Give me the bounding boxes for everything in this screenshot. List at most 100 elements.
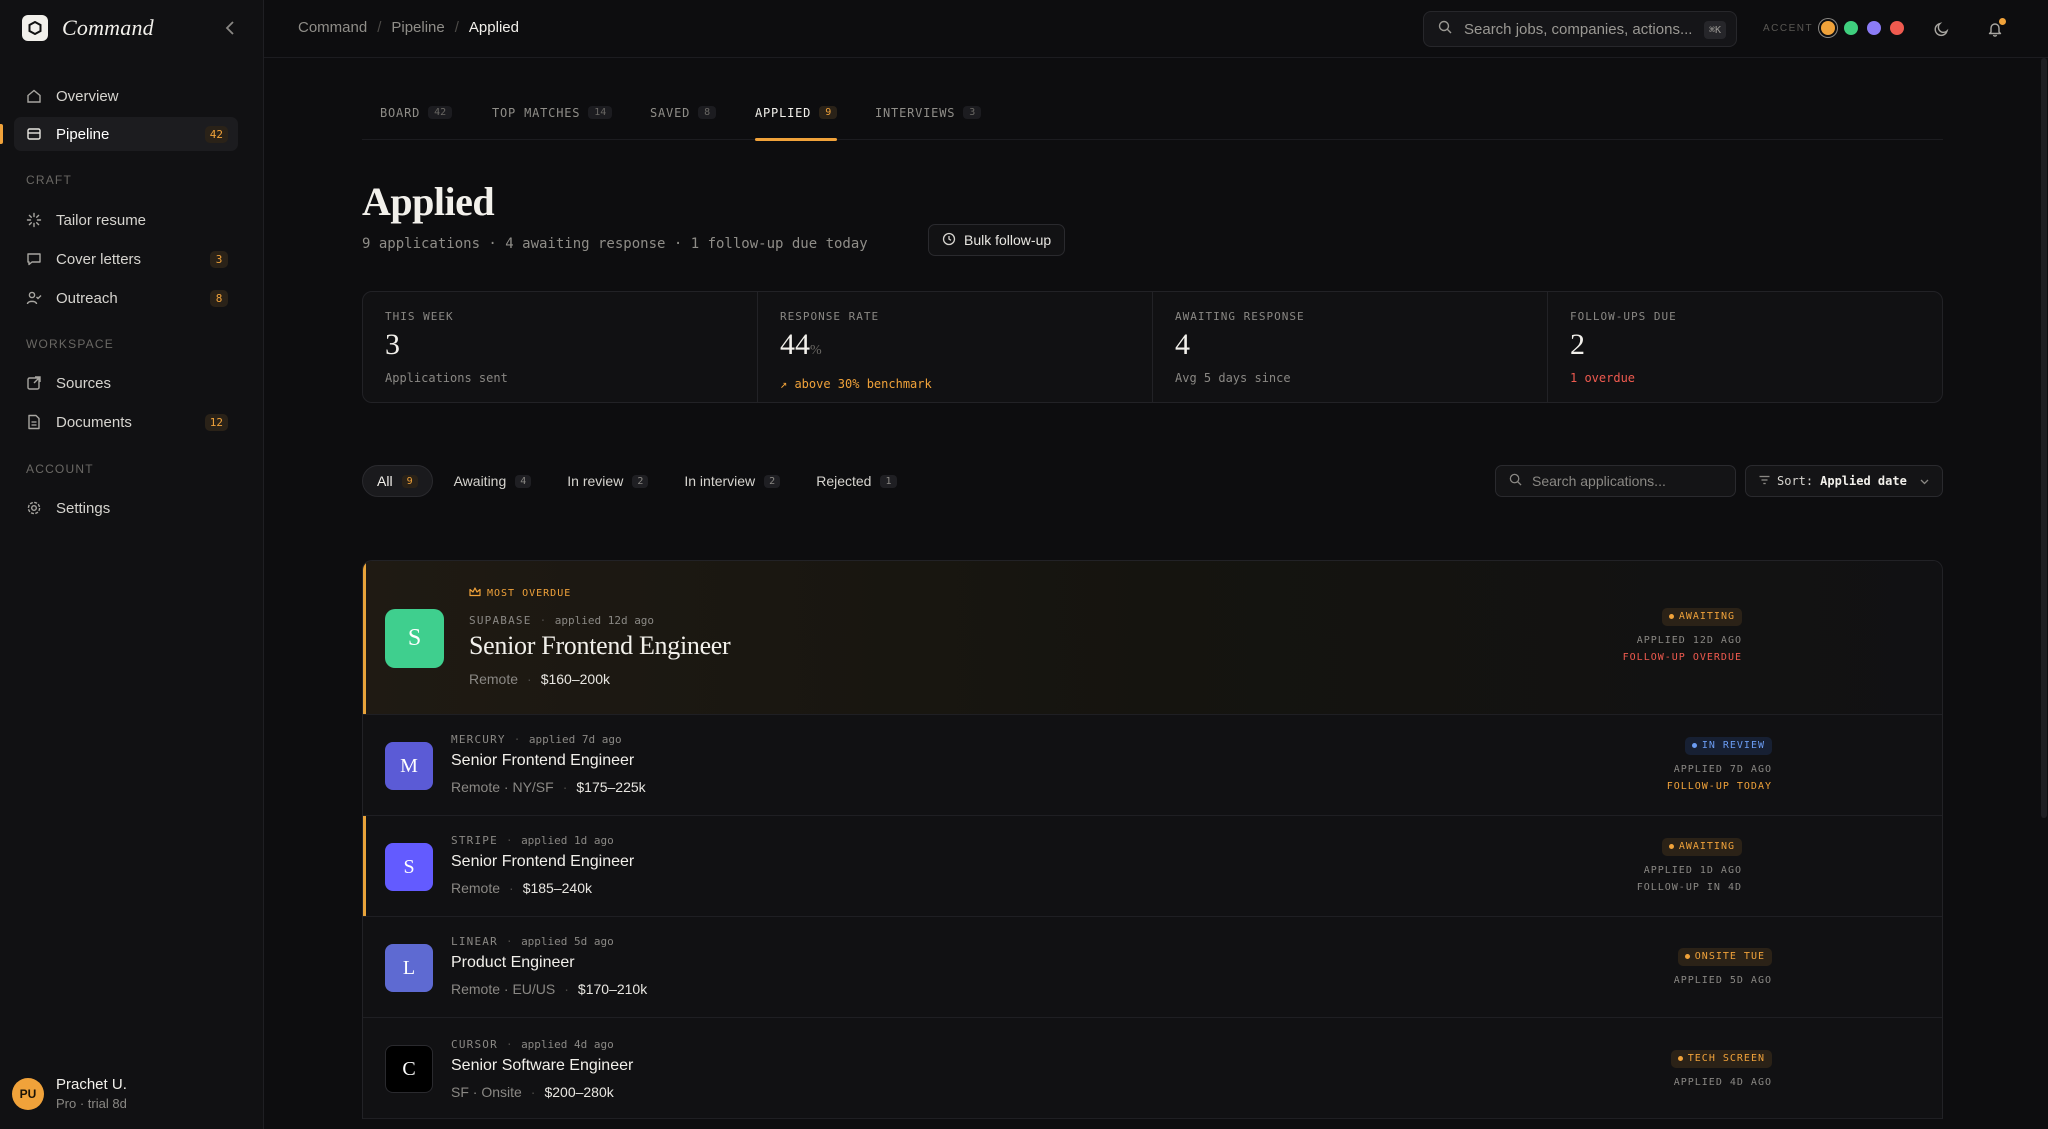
collapse-sidebar-chevron-left-icon[interactable]: [220, 17, 240, 39]
accent-swatch-amber[interactable]: [1821, 21, 1835, 35]
applied-date-label: APPLIED 7D AGO: [1673, 763, 1772, 775]
company-logo: S: [385, 609, 444, 668]
breadcrumb: Command / Pipeline / Applied: [298, 19, 519, 36]
status-label: ONSITE TUE: [1694, 951, 1765, 962]
status-column: AWAITING APPLIED 12D AGO FOLLOW-UP OVERD…: [1623, 606, 1742, 663]
sidebar-item-documents[interactable]: Documents 12: [14, 405, 238, 439]
applied-ago: applied 1d ago: [521, 834, 614, 847]
global-search-input[interactable]: [1464, 20, 1694, 38]
tab-label: TOP MATCHES: [492, 106, 581, 120]
accent-swatch-violet[interactable]: [1867, 21, 1881, 35]
filter-all[interactable]: All 9: [362, 465, 433, 497]
role-details: SF · Onsite · $200–280k: [451, 1084, 614, 1100]
sidebar-item-label: Pipeline: [56, 125, 110, 143]
applications-search-input[interactable]: [1532, 473, 1722, 489]
keyboard-shortcut-badge: ⌘K: [1703, 21, 1726, 39]
sidebar-item-label: Tailor resume: [56, 211, 147, 229]
follow-up-label: FOLLOW-UP IN 4D: [1636, 881, 1742, 893]
applied-date-label: APPLIED 12D AGO: [1636, 634, 1742, 646]
sidebar-section-account: ACCOUNT: [26, 462, 94, 476]
filter-lines-icon: [1759, 474, 1770, 488]
filter-awaiting[interactable]: Awaiting 4: [439, 465, 547, 497]
company-logo: M: [385, 742, 433, 790]
sidebar-item-overview[interactable]: Overview: [14, 79, 238, 113]
applications-list: S MOST OVERDUE SUPABASE · applied 12d ag…: [362, 560, 1943, 1119]
filter-in-interview[interactable]: In interview 2: [669, 465, 795, 497]
tab-interviews[interactable]: INTERVIEWS 3: [875, 106, 982, 140]
tab-count: 3: [963, 106, 982, 119]
external-link-icon: [26, 375, 42, 391]
sidebar-item-tailor-resume[interactable]: Tailor resume: [14, 203, 238, 237]
user-menu[interactable]: PU Prachet U. Pro · trial 8d: [12, 1076, 127, 1111]
accent-swatch-red[interactable]: [1890, 21, 1904, 35]
status-label: AWAITING: [1678, 611, 1735, 622]
sidebar-section-workspace: WORKSPACE: [26, 337, 114, 351]
tab-saved[interactable]: SAVED 8: [650, 106, 717, 140]
tab-count: 14: [588, 106, 613, 119]
sidebar-item-cover-letters[interactable]: Cover letters 3: [14, 242, 238, 276]
application-row[interactable]: L LINEAR · applied 5d ago Product Engine…: [363, 917, 1942, 1018]
count-badge: 12: [204, 414, 228, 431]
stat-number: 44: [780, 328, 810, 361]
application-meta: MERCURY · applied 7d ago: [451, 733, 622, 746]
sidebar-item-sources[interactable]: Sources: [14, 366, 238, 400]
sidebar-item-outreach[interactable]: Outreach 8: [14, 281, 238, 315]
stat-value: 4: [1175, 329, 1547, 361]
sidebar-item-settings[interactable]: Settings: [14, 491, 238, 525]
filter-rejected[interactable]: Rejected 1: [801, 465, 911, 497]
sort-dropdown[interactable]: Sort: Applied date: [1745, 465, 1943, 497]
stats-panel: THIS WEEK 3 Applications sent RESPONSE R…: [362, 291, 1943, 403]
follow-up-label: FOLLOW-UP OVERDUE: [1622, 651, 1742, 663]
sidebar-item-label: Documents: [56, 413, 132, 431]
applications-search[interactable]: [1495, 465, 1736, 497]
pipeline-tabs: BOARD 42 TOP MATCHES 14 SAVED 8 APPLIED …: [362, 58, 1943, 141]
scrollbar[interactable]: [2040, 58, 2048, 818]
company-name: CURSOR: [451, 1038, 498, 1051]
meta-separator: ·: [505, 1038, 514, 1051]
sidebar-item-label: Overview: [56, 87, 119, 105]
scrollbar-thumb[interactable]: [2041, 58, 2047, 818]
tab-top-matches[interactable]: TOP MATCHES 14: [492, 106, 613, 140]
breadcrumb-separator: /: [454, 19, 459, 36]
applied-date-label: APPLIED 1D AGO: [1643, 864, 1742, 876]
breadcrumb-item-current: Applied: [468, 19, 519, 36]
role-details: Remote · $185–240k: [451, 880, 592, 896]
notification-dot: [1999, 18, 2006, 25]
meta-separator: ·: [513, 733, 521, 746]
filter-in-review[interactable]: In review 2: [552, 465, 663, 497]
bell-icon[interactable]: [1984, 18, 2006, 40]
filter-label: In interview: [684, 473, 756, 489]
location: Remote · NY/SF: [451, 779, 554, 795]
breadcrumb-separator: /: [377, 19, 382, 36]
company-name: STRIPE: [451, 834, 498, 847]
clock-icon: [942, 232, 956, 249]
hexagon-logo-icon: [22, 15, 48, 41]
user-name: Prachet U.: [56, 1076, 127, 1093]
brand[interactable]: Command: [22, 15, 154, 41]
location: Remote: [451, 880, 501, 896]
application-row[interactable]: S MOST OVERDUE SUPABASE · applied 12d ag…: [363, 561, 1942, 715]
salary: $185–240k: [522, 880, 592, 896]
tab-applied[interactable]: APPLIED 9: [755, 106, 838, 141]
status-filters: All 9 Awaiting 4 In review 2 In intervie…: [362, 465, 912, 497]
sidebar-section-craft: CRAFT: [26, 173, 72, 187]
count-badge: 42: [204, 126, 228, 143]
tab-board[interactable]: BOARD 42: [380, 106, 453, 140]
global-search[interactable]: ⌘K: [1423, 11, 1737, 47]
sidebar-item-pipeline[interactable]: Pipeline 42: [0, 117, 238, 151]
search-icon: [1509, 473, 1522, 490]
application-row[interactable]: C CURSOR · applied 4d ago Senior Softwar…: [363, 1018, 1942, 1119]
role-title: Product Engineer: [451, 954, 575, 971]
bulk-follow-up-button[interactable]: Bulk follow-up: [928, 224, 1066, 256]
moon-icon[interactable]: [1931, 18, 1953, 40]
filter-label: Awaiting: [453, 473, 507, 489]
follow-up-label: FOLLOW-UP TODAY: [1666, 780, 1772, 792]
application-row[interactable]: S STRIPE · applied 1d ago Senior Fronten…: [363, 816, 1942, 917]
breadcrumb-item-pipeline[interactable]: Pipeline: [391, 19, 444, 36]
breadcrumb-item-command[interactable]: Command: [298, 19, 367, 36]
detail-separator: ·: [530, 1084, 536, 1100]
location: Remote · EU/US: [451, 981, 556, 997]
accent-swatch-green[interactable]: [1844, 21, 1858, 35]
application-row[interactable]: M MERCURY · applied 7d ago Senior Fronte…: [363, 715, 1942, 816]
bulk-follow-up-label: Bulk follow-up: [964, 232, 1052, 248]
